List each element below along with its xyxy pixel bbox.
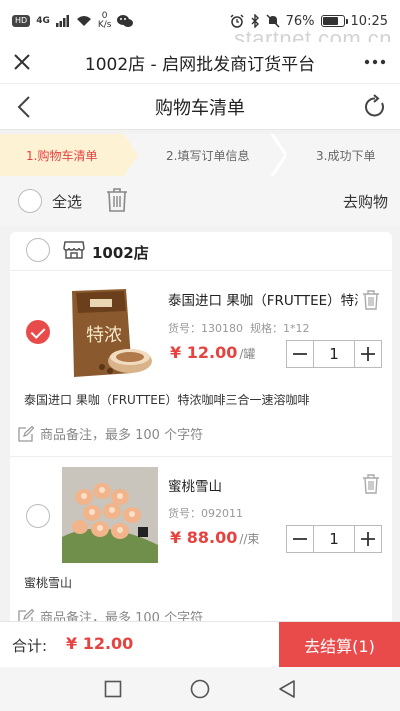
coffee-product-image: 特浓 — [62, 285, 158, 381]
total-bar: 合计: ¥ 12.00 去结算(1) — [0, 621, 400, 668]
increase-button[interactable] — [355, 341, 381, 367]
store-name: 1002店 — [92, 244, 149, 262]
remark-field[interactable]: 商品备注，最多 100 个字符 — [18, 424, 203, 443]
recent-apps-icon[interactable] — [104, 680, 122, 698]
net-speed-unit: K/s — [97, 20, 112, 30]
select-all-label[interactable]: 全选 — [52, 191, 82, 212]
wifi-icon — [76, 16, 91, 26]
close-icon[interactable] — [10, 50, 34, 74]
product-name[interactable]: 蜜桃雪山 — [168, 475, 358, 495]
sku-label: 货号： — [168, 322, 201, 335]
edit-icon — [18, 608, 34, 621]
remark-placeholder: 商品备注，最多 100 个字符 — [40, 428, 204, 443]
page-title: 购物车清单 — [155, 97, 245, 119]
select-all-checkbox[interactable] — [18, 189, 42, 213]
battery-fill — [322, 17, 338, 25]
product-image[interactable]: 特浓 — [62, 285, 158, 381]
product-price: ¥ 88.00//束 — [170, 528, 259, 547]
back-icon[interactable] — [278, 679, 296, 699]
sku-label: 货号： — [168, 507, 201, 520]
delete-item-icon[interactable] — [362, 474, 380, 494]
cart-item: 蜜桃雪山 货号：092011 ¥ 88.00//束 1 蜜桃雪山 商品备注，最多… — [10, 456, 392, 621]
refresh-icon[interactable] — [362, 94, 388, 120]
flower-product-image — [62, 467, 158, 563]
net-speed: 0 K/s — [98, 12, 112, 30]
decrease-button[interactable] — [287, 341, 313, 367]
step-cart: 1.购物车清单 — [0, 134, 138, 176]
quantity-value[interactable]: 1 — [313, 341, 355, 367]
product-description: 蜜桃雪山 — [24, 576, 73, 590]
quantity-stepper: 1 — [286, 340, 382, 368]
decrease-button[interactable] — [287, 526, 313, 552]
step-fill-order: 2.填写订单信息 — [126, 134, 286, 176]
step-success-label: 3.成功下单 — [316, 148, 376, 163]
item-checkbox[interactable] — [26, 504, 50, 528]
wechat-icon — [117, 15, 134, 27]
step-cart-label: 1.购物车清单 — [26, 148, 98, 163]
signal-icon — [55, 15, 69, 27]
quantity-value[interactable]: 1 — [313, 526, 355, 552]
edit-icon — [18, 425, 34, 442]
back-arrow-icon[interactable] — [12, 94, 38, 120]
trash-icon[interactable] — [106, 187, 128, 213]
total-label: 合计: — [12, 637, 48, 655]
store-checkbox[interactable] — [26, 238, 50, 262]
hd-badge: HD — [12, 15, 31, 27]
quantity-stepper: 1 — [286, 525, 382, 553]
go-shopping-link[interactable]: 去购物 — [343, 191, 388, 212]
system-nav-bar — [0, 667, 400, 711]
remark-field[interactable]: 商品备注，最多 100 个字符 — [18, 607, 203, 621]
step-fill-order-label: 2.填写订单信息 — [166, 148, 250, 163]
sku-value: 092011 — [201, 507, 243, 520]
price-value: 12.00 — [186, 343, 238, 362]
delete-item-icon[interactable] — [362, 290, 380, 310]
total-amount: ¥ 12.00 — [66, 634, 134, 653]
product-name[interactable]: 泰国进口 果咖（FRUTTEE）特浓咖啡三合一速溶咖啡 — [168, 289, 358, 309]
select-all-bar: 全选 去购物 — [0, 176, 400, 226]
product-price: ¥ 12.00/罐 — [170, 343, 255, 362]
product-description: 泰国进口 果咖（FRUTTEE）特浓咖啡三合一速溶咖啡 — [24, 393, 310, 407]
price-unit: /罐 — [239, 347, 256, 361]
checkout-steps: 1.购物车清单 2.填写订单信息 3.成功下单 — [0, 134, 400, 176]
home-icon[interactable] — [190, 679, 210, 699]
cart-item: 特浓 泰国进口 果咖（FRUTTEE）特浓咖啡三合一速溶咖啡 货号：130180… — [10, 270, 392, 456]
store-icon — [63, 241, 85, 259]
network-label: 4G — [36, 16, 50, 26]
spec-label: 规格： — [250, 322, 283, 335]
checkout-button[interactable]: 去结算(1) — [279, 622, 400, 668]
item-checkbox[interactable] — [26, 320, 50, 344]
spec-value: 1*12 — [283, 322, 310, 335]
nav-bar: 购物车清单 — [0, 84, 400, 130]
price-currency: ¥ — [170, 528, 182, 547]
remark-placeholder: 商品备注，最多 100 个字符 — [40, 611, 204, 621]
product-meta: 货号：092011 — [168, 505, 243, 521]
step-success: 3.成功下单 — [286, 134, 400, 176]
price-value: 88.00 — [186, 528, 238, 547]
price-unit: //束 — [239, 532, 260, 546]
sku-value: 130180 — [201, 322, 243, 335]
price-currency: ¥ — [170, 343, 182, 362]
app-bar: 1002店 - 启网批发商订货平台 — [0, 42, 400, 84]
store-header: 1002店 — [10, 232, 392, 270]
product-image[interactable] — [62, 467, 158, 563]
increase-button[interactable] — [355, 526, 381, 552]
product-meta: 货号：130180 规格：1*12 — [168, 320, 310, 336]
svg-text:特浓: 特浓 — [86, 325, 122, 346]
app-title: 1002店 - 启网批发商订货平台 — [84, 55, 316, 75]
more-icon[interactable] — [364, 50, 386, 78]
